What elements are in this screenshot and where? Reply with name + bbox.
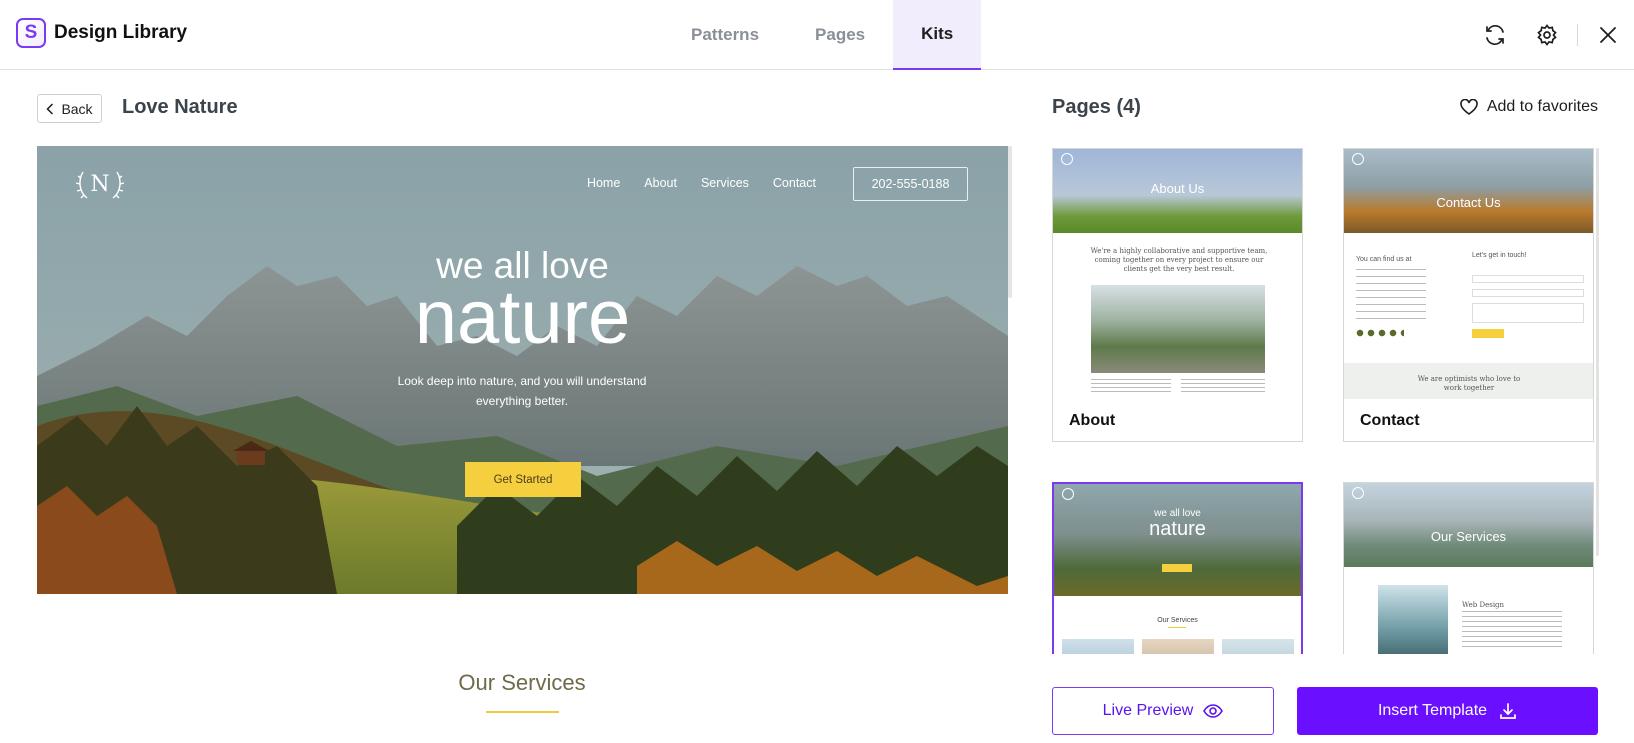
about-hero-image: About Us (1053, 149, 1302, 233)
tab-patterns[interactable]: Patterns (663, 0, 787, 70)
mountain-landscape-image (37, 146, 1008, 594)
preview-cta: Get Started (465, 462, 581, 497)
preview-nav: Home About Services Contact (587, 176, 816, 190)
contact-social-icons (1356, 329, 1404, 337)
preview-headline-big: nature (414, 275, 631, 360)
preview-nav-about: About (644, 176, 677, 190)
design-library-logo-icon: S (16, 18, 46, 48)
services-hero-text: Our Services (1430, 529, 1507, 544)
card-label-contact: Contact (1360, 412, 1420, 429)
chevron-left-icon (46, 102, 54, 115)
about-thumbnail: About Us We're a highly collaborative an… (1053, 149, 1302, 399)
brand: S Design Library (16, 18, 187, 48)
eye-icon (1203, 704, 1224, 718)
contact-footer-text: We are optimists who love to work togeth… (1417, 375, 1521, 392)
home-thumbnail: we all love nature Our Services (1054, 484, 1301, 654)
home-hero-cta (1162, 564, 1192, 572)
contact-message-field (1472, 303, 1584, 323)
home-section-underline (1168, 627, 1186, 628)
preview-section-title: Our Services (458, 670, 586, 695)
download-icon (1500, 703, 1516, 719)
pages-count-title: Pages (4) (1052, 96, 1141, 118)
tab-kits[interactable]: Kits (893, 0, 982, 70)
pages-grid: About Us We're a highly collaborative an… (1052, 148, 1597, 654)
header-divider (1577, 24, 1578, 46)
contact-info-lines (1356, 269, 1426, 319)
favorites-label: Add to favorites (1486, 98, 1598, 115)
preview-nav-contact: Contact (772, 176, 816, 190)
preview-logo-letter: N (90, 171, 110, 197)
page-card-contact[interactable]: Contact Us You can find us at Let's get … (1343, 148, 1594, 442)
preview-site-logo: N (75, 164, 125, 204)
card-label-about: About (1069, 412, 1116, 429)
mini-logo-icon (1061, 153, 1073, 165)
live-preview-button[interactable]: Live Preview (1052, 687, 1274, 735)
insert-template-label: Insert Template (1377, 702, 1488, 719)
back-button[interactable]: Back (37, 94, 102, 123)
preview-description: Look deep into nature, and you will unde… (397, 374, 647, 408)
home-hero-image: we all love nature (1054, 484, 1301, 596)
home-section-title: Our Services (1157, 617, 1198, 624)
add-to-favorites-button[interactable]: Add to favorites (1460, 98, 1598, 116)
insert-template-button[interactable]: Insert Template (1297, 687, 1598, 735)
services-item-title: Web Design (1462, 601, 1505, 609)
services-thumbnail: Our Services Web Design (1344, 483, 1593, 654)
home-service-3 (1222, 639, 1294, 654)
gear-icon (1537, 24, 1557, 46)
header-actions (1469, 0, 1634, 70)
app-title: Design Library (54, 22, 188, 43)
kit-title: Love Nature (122, 96, 238, 118)
about-hero-text: About Us (1150, 181, 1205, 196)
contact-hero-image: Contact Us (1344, 149, 1593, 233)
preview-phone: 202-555-0188 (853, 167, 968, 201)
tab-bar: Patterns Pages Kits (663, 0, 982, 70)
contact-thumbnail: Contact Us You can find us at Let's get … (1344, 149, 1593, 399)
live-preview-label: Live Preview (1102, 702, 1194, 719)
preview-nav-home: Home (586, 176, 621, 190)
preview-scrollbar[interactable] (1008, 146, 1012, 298)
home-hero-big: nature (1149, 518, 1206, 540)
kit-preview[interactable]: N Home About Services Contact 202-555-01… (37, 146, 1008, 594)
tab-pages[interactable]: Pages (787, 0, 893, 70)
sync-button[interactable] (1469, 0, 1521, 70)
pages-scrollbar[interactable] (1596, 148, 1599, 556)
top-bar: S Design Library Patterns Pages Kits (0, 0, 1634, 70)
contact-right-heading: Let's get in touch! (1472, 252, 1527, 259)
page-card-home[interactable]: we all love nature Our Services (1052, 482, 1303, 654)
contact-name-field (1472, 275, 1584, 283)
refresh-icon (1486, 25, 1504, 45)
about-column-1 (1091, 379, 1171, 393)
about-goat-image (1091, 285, 1265, 373)
page-card-services[interactable]: Our Services Web Design (1343, 482, 1594, 654)
close-icon (1600, 27, 1616, 43)
mini-logo-icon (1062, 488, 1074, 500)
settings-button[interactable] (1521, 0, 1573, 70)
services-lake-image (1378, 585, 1448, 654)
back-label: Back (61, 100, 93, 117)
about-intro-text: We're a highly collaborative and support… (1090, 247, 1268, 273)
contact-email-field (1472, 289, 1584, 297)
section-underline (486, 711, 559, 713)
heart-icon (1460, 99, 1478, 115)
contact-left-heading: You can find us at (1356, 256, 1412, 263)
preview-nav-services: Services (700, 176, 749, 190)
page-card-about[interactable]: About Us We're a highly collaborative an… (1052, 148, 1303, 442)
close-button[interactable] (1582, 0, 1634, 70)
mini-logo-icon (1352, 487, 1364, 499)
logo-letter: S (24, 22, 38, 43)
services-item-lines (1462, 611, 1562, 647)
mini-logo-icon (1352, 153, 1364, 165)
about-column-2 (1181, 379, 1265, 393)
contact-submit (1472, 329, 1504, 338)
home-service-1 (1062, 639, 1134, 654)
services-hero-image: Our Services (1344, 483, 1593, 567)
home-service-2 (1142, 639, 1214, 654)
contact-hero-text: Contact Us (1436, 195, 1501, 210)
